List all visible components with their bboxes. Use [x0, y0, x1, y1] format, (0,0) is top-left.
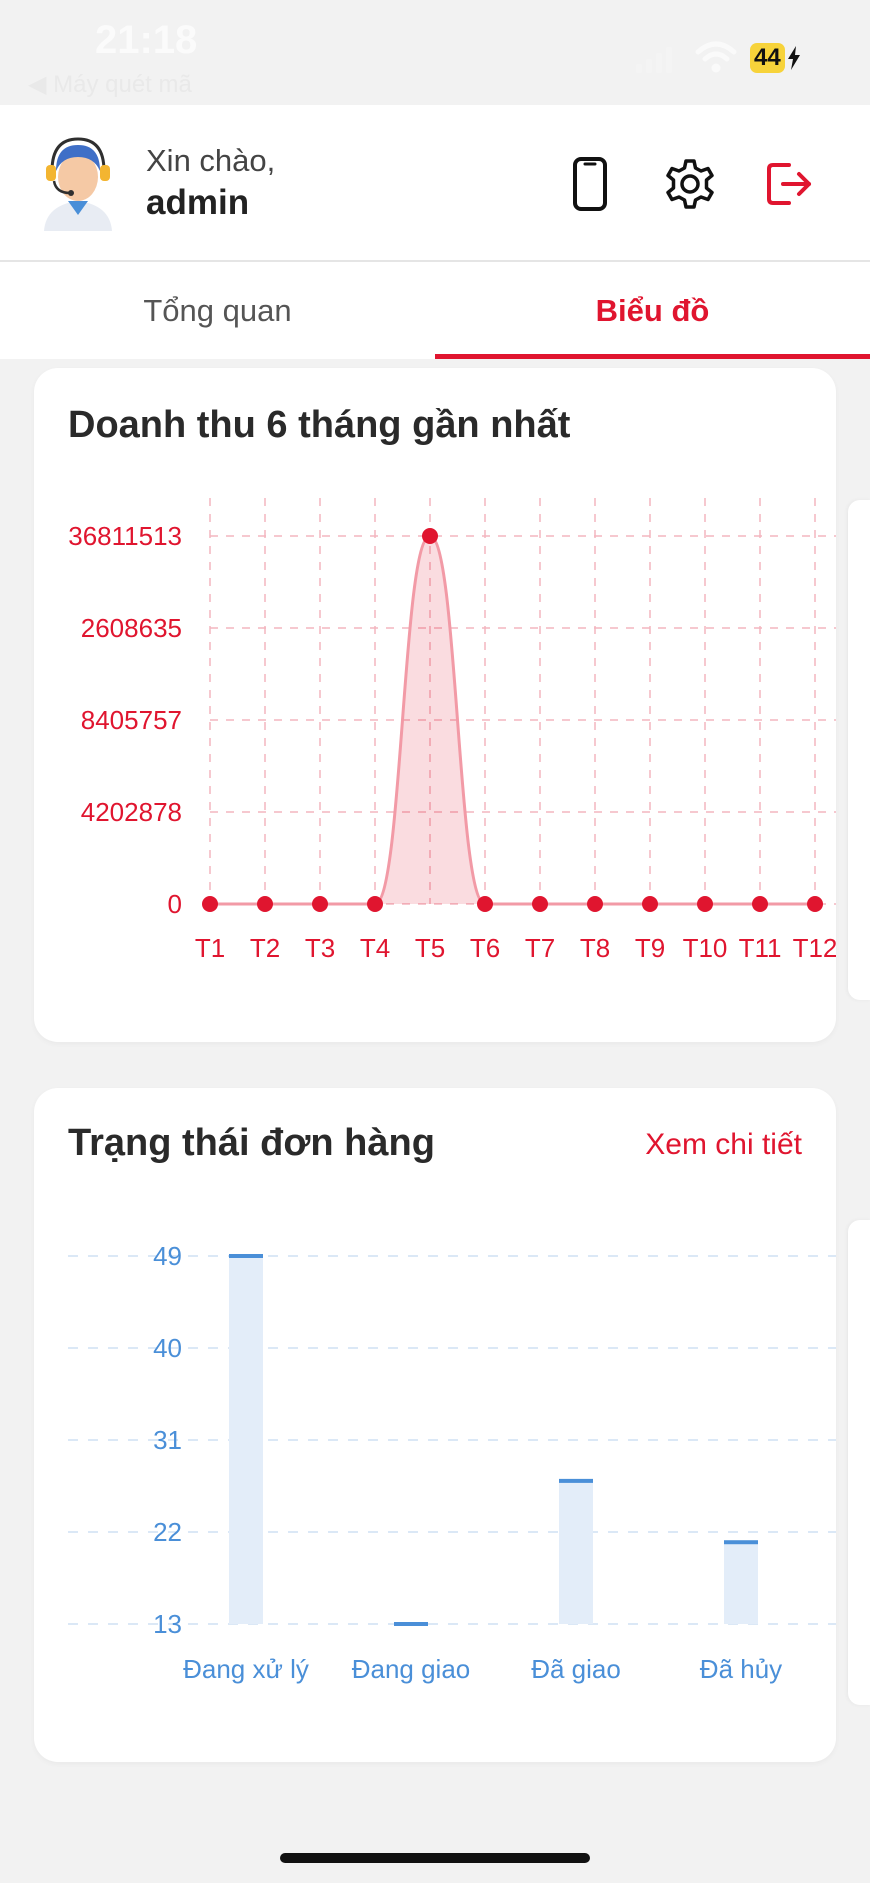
bar-top — [724, 1540, 758, 1545]
bar — [229, 1256, 263, 1624]
bar-top — [559, 1478, 593, 1483]
side-scroll-edge — [848, 500, 870, 1000]
y-tick-label: 40 — [153, 1333, 182, 1363]
y-tick-label: 49 — [153, 1241, 182, 1271]
tab-bar: Tổng quan Biểu đồ — [0, 262, 870, 359]
data-point — [697, 896, 713, 912]
logout-icon — [767, 163, 811, 205]
bar — [559, 1480, 593, 1624]
x-tick-label: T9 — [635, 933, 665, 963]
gear-icon — [666, 159, 714, 209]
username: admin — [146, 183, 250, 222]
avatar — [44, 137, 112, 231]
signal-icon — [636, 47, 672, 73]
data-point — [587, 896, 603, 912]
x-tick-label: Đã hủy — [700, 1654, 782, 1684]
y-tick-label: 22 — [153, 1517, 182, 1547]
x-tick-label: T5 — [415, 933, 445, 963]
bar-top — [394, 1622, 428, 1626]
revenue-chart: 36811513 2608635 8405757 4202878 0 T1 T2 T3 T4 T5… — [68, 498, 836, 963]
home-indicator — [280, 1853, 590, 1863]
x-tick-label: T2 — [250, 933, 280, 963]
data-point — [257, 896, 273, 912]
battery-level: 44 — [750, 43, 785, 73]
bar-top — [229, 1254, 263, 1258]
y-tick-label: 36811513 — [68, 521, 182, 551]
data-point — [312, 896, 328, 912]
x-tick-label: T1 — [195, 933, 225, 963]
x-tick-label: T3 — [305, 933, 335, 963]
charging-icon — [787, 46, 800, 70]
data-point — [752, 896, 768, 912]
data-point — [202, 896, 218, 912]
revenue-card: Doanh thu 6 tháng gần nhất 36811513 26086… — [34, 368, 836, 1042]
wifi-icon — [695, 41, 737, 73]
data-point — [532, 896, 548, 912]
x-tick-label: Đang xử lý — [183, 1654, 309, 1684]
y-tick-label: 13 — [153, 1609, 182, 1639]
data-point — [422, 528, 438, 544]
y-tick-label: 4202878 — [81, 797, 182, 827]
x-tick-label: T6 — [470, 933, 500, 963]
order-status-chart: 49 40 31 22 13Đang xử lý Đang giao Đã giao Đã h… — [68, 1241, 836, 1684]
tab-overview[interactable]: Tổng quan — [0, 262, 435, 359]
side-scroll-edge — [848, 1220, 870, 1705]
battery-indicator: 44 — [750, 42, 804, 74]
status-time: 21:18 — [95, 18, 198, 62]
device-button[interactable] — [560, 153, 620, 215]
x-tick-label: Đã giao — [531, 1654, 621, 1684]
app-header: Xin chào, admin — [0, 105, 870, 262]
x-tick-label: T7 — [525, 933, 555, 963]
y-tick-label: 2608635 — [81, 613, 182, 643]
bar — [724, 1542, 758, 1624]
x-tick-label: T11 — [739, 933, 782, 963]
y-tick-label: 31 — [153, 1425, 182, 1455]
settings-button[interactable] — [660, 153, 720, 215]
data-point — [367, 896, 383, 912]
greeting-text: Xin chào, — [146, 143, 276, 178]
x-tick-label: T4 — [360, 933, 390, 963]
status-bar: 21:18 ◀ Máy quét mã 44 — [0, 0, 870, 105]
x-tick-label: T10 — [683, 933, 728, 963]
order-status-card: Trạng thái đơn hàng Xem chi tiết 49 40 31 2… — [34, 1088, 836, 1762]
x-tick-label: Đang giao — [352, 1654, 471, 1684]
y-tick-label: 8405757 — [81, 705, 182, 735]
logout-button[interactable] — [760, 153, 820, 215]
back-to-app-link[interactable]: ◀ Máy quét mã — [28, 70, 192, 99]
phone-icon — [573, 157, 607, 211]
y-tick-label: 0 — [168, 889, 182, 919]
data-point — [807, 896, 823, 912]
data-point — [477, 896, 493, 912]
data-point — [642, 896, 658, 912]
tab-chart[interactable]: Biểu đồ — [435, 262, 870, 359]
x-tick-label: T12 — [793, 933, 836, 963]
x-tick-label: T8 — [580, 933, 610, 963]
